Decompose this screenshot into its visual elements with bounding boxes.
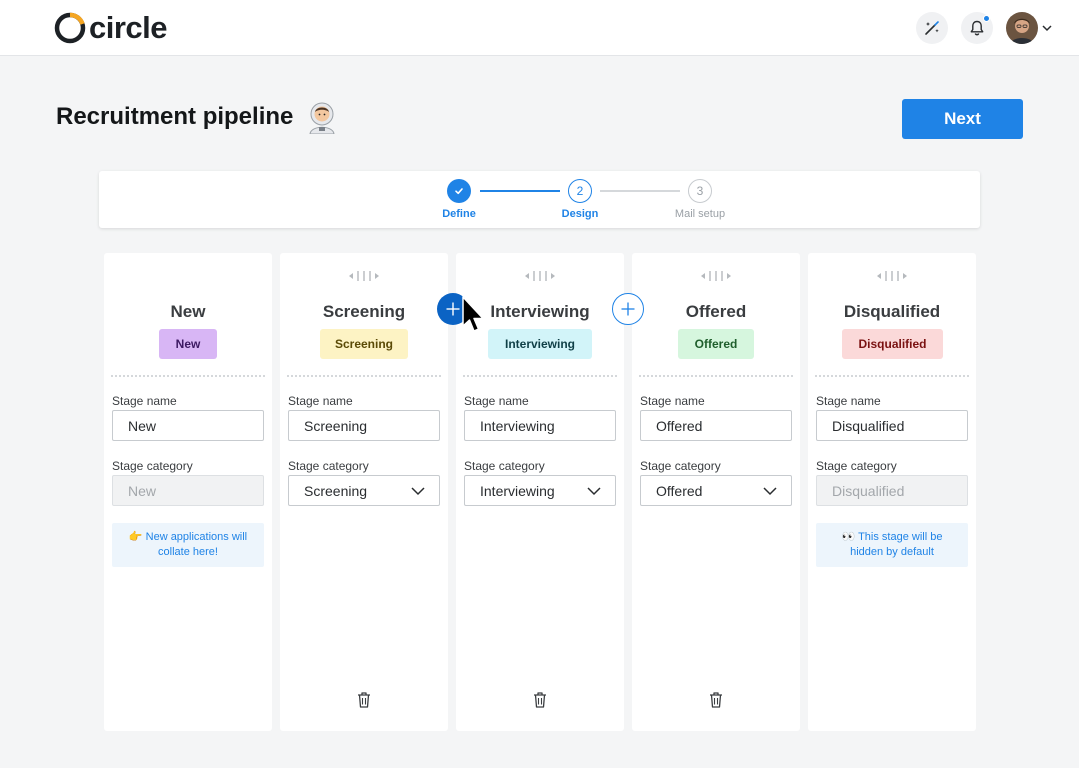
stage-name-label: Stage name [816, 394, 881, 408]
notifications-button[interactable] [961, 12, 993, 44]
check-icon [447, 179, 471, 203]
stage-note: 👀 This stage will be hidden by default [816, 523, 968, 567]
trash-icon[interactable] [356, 691, 372, 709]
chevron-down-icon[interactable] [1041, 20, 1053, 36]
stage-category-label: Stage category [464, 459, 545, 473]
step-design[interactable]: 2 Design [540, 179, 620, 220]
plus-icon [446, 302, 460, 316]
astronaut-icon [309, 102, 335, 134]
stage-badge: Disqualified [842, 329, 943, 359]
page-title: Recruitment pipeline [56, 103, 294, 130]
stage-title: Screening [322, 302, 406, 321]
stage-name-label: Stage name [464, 394, 529, 408]
divider [287, 375, 441, 377]
stage-category-value: Disqualified [832, 482, 905, 499]
stage-name-input[interactable] [640, 410, 792, 441]
step-label: Mail setup [674, 208, 726, 220]
stage-category-value: Offered [656, 482, 703, 499]
mouse-cursor-icon [462, 296, 484, 332]
chevron-down-icon [587, 487, 601, 496]
chevron-down-icon [763, 487, 777, 496]
stage-column-disqualified: Disqualified Disqualified Stage name Sta… [808, 253, 976, 731]
stage-column-offered: Offered Offered Stage name Stage categor… [632, 253, 800, 731]
bell-icon [970, 20, 984, 36]
magic-wand-icon [925, 21, 939, 35]
notification-dot [983, 15, 990, 22]
logo-text: circle [89, 10, 168, 45]
stage-name-input[interactable] [288, 410, 440, 441]
stage-badge: Screening [320, 329, 408, 359]
stage-column-new: New New Stage name Stage category New 👉 … [104, 253, 272, 731]
stage-column-screening: Screening Screening Stage name Stage cat… [280, 253, 448, 731]
trash-icon[interactable] [708, 691, 724, 709]
step-number: 2 [568, 179, 592, 203]
stage-title: New [170, 302, 206, 321]
step-label: Design [561, 208, 599, 220]
stage-title: Offered [685, 302, 747, 321]
step-number: 3 [688, 179, 712, 203]
step-mail-setup[interactable]: 3 Mail setup [660, 179, 740, 220]
plus-icon [621, 302, 635, 316]
stage-title: Disqualified [843, 302, 941, 321]
stage-name-input[interactable] [464, 410, 616, 441]
divider [639, 375, 793, 377]
chevron-down-icon [411, 487, 425, 496]
stage-badge: New [159, 329, 217, 359]
stage-note: 👉 New applications will collate here! [112, 523, 264, 567]
trash-icon[interactable] [532, 691, 548, 709]
stage-name-label: Stage name [288, 394, 353, 408]
stage-name-input[interactable] [816, 410, 968, 441]
divider [815, 375, 969, 377]
user-avatar-image [1006, 12, 1038, 44]
circle-logo-mark [54, 12, 86, 44]
stage-category-select[interactable]: Screening [288, 475, 440, 506]
stage-category-label: Stage category [112, 459, 193, 473]
stepper: Define 2 Design 3 Mail setup [99, 171, 980, 228]
drag-handle-icon[interactable] [456, 269, 624, 283]
stage-name-label: Stage name [112, 394, 177, 408]
drag-handle-icon[interactable] [632, 269, 800, 283]
stage-category-label: Stage category [288, 459, 369, 473]
stage-category-value: Screening [304, 482, 368, 499]
stage-category-select[interactable]: Offered [640, 475, 792, 506]
top-bar: circle [0, 0, 1079, 56]
drag-handle-icon[interactable] [280, 269, 448, 283]
stage-category-label: Stage category [640, 459, 721, 473]
stage-name-label: Stage name [640, 394, 705, 408]
step-label: Define [442, 208, 476, 220]
next-button[interactable]: Next [902, 99, 1023, 139]
magic-wand-button[interactable] [916, 12, 948, 44]
avatar[interactable] [1006, 12, 1038, 44]
step-define[interactable]: Define [419, 179, 499, 220]
stage-category-select[interactable]: Interviewing [464, 475, 616, 506]
drag-handle-icon[interactable] [808, 269, 976, 283]
divider [111, 375, 265, 377]
stage-category-select: Disqualified [816, 475, 968, 506]
stage-category-value: Interviewing [480, 482, 555, 499]
circle-logo[interactable]: circle [53, 10, 168, 45]
stage-category-select: New [112, 475, 264, 506]
add-stage-button[interactable] [612, 293, 644, 325]
divider [463, 375, 617, 377]
stage-name-input[interactable] [112, 410, 264, 441]
stage-category-label: Stage category [816, 459, 897, 473]
stage-badge: Offered [678, 329, 754, 359]
stage-category-value: New [128, 482, 157, 499]
stage-badge: Interviewing [488, 329, 592, 359]
